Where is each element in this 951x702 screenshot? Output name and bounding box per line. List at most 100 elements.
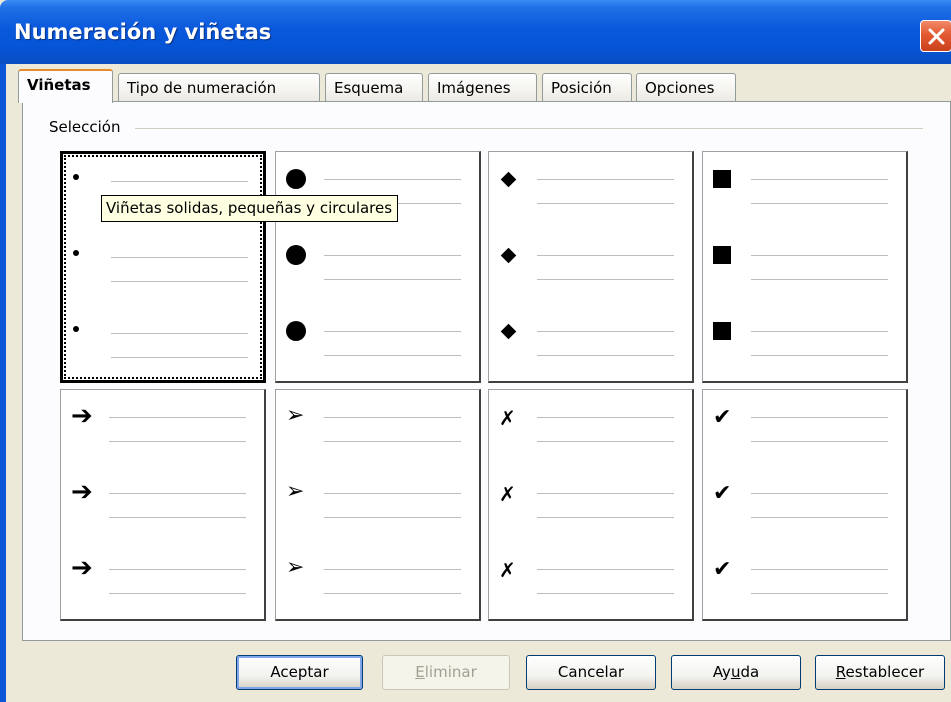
cancel-button[interactable]: Cancelar xyxy=(526,655,656,690)
diamond-bullet-icon xyxy=(500,323,517,340)
small-circle-bullet-icon xyxy=(73,174,79,180)
large-circle-bullet-icon xyxy=(286,245,306,265)
bullet-option-square[interactable] xyxy=(702,151,908,383)
bullet-option-checkmark[interactable]: ✔ ✔ ✔ xyxy=(702,389,908,621)
diamond-bullet-icon xyxy=(500,171,517,188)
line-placeholder xyxy=(537,355,674,356)
line-placeholder xyxy=(537,203,674,204)
line-placeholder xyxy=(537,569,674,570)
help-button-label: Ayuda xyxy=(712,663,760,681)
window-title: Numeración y viñetas xyxy=(14,20,272,44)
bullet-option-large-circle[interactable] xyxy=(275,151,481,383)
bullet-option-small-circle[interactable] xyxy=(60,151,266,383)
checkmark-bullet-icon: ✔ xyxy=(713,481,732,506)
bullet-option-arrow[interactable]: ➔ ➔ ➔ xyxy=(60,389,266,621)
delete-button-label: Eliminar xyxy=(415,663,477,681)
line-placeholder xyxy=(324,331,461,332)
line-placeholder xyxy=(751,279,888,280)
line-placeholder xyxy=(324,517,461,518)
tab-label: Opciones xyxy=(645,79,715,97)
line-placeholder xyxy=(537,493,674,494)
line-placeholder xyxy=(751,255,888,256)
line-placeholder xyxy=(111,257,248,258)
line-placeholder xyxy=(751,441,888,442)
line-placeholder xyxy=(537,417,674,418)
line-placeholder xyxy=(751,493,888,494)
line-placeholder xyxy=(109,493,246,494)
help-button[interactable]: Ayuda xyxy=(671,655,801,690)
bullet-option-arrowhead[interactable]: ➢ ➢ ➢ xyxy=(275,389,481,621)
line-placeholder xyxy=(751,593,888,594)
line-placeholder xyxy=(324,441,461,442)
reset-button[interactable]: Restablecer xyxy=(815,655,945,690)
line-placeholder xyxy=(537,331,674,332)
close-icon xyxy=(928,28,945,45)
square-bullet-icon xyxy=(713,246,731,264)
tab-posicion[interactable]: Posición xyxy=(542,73,632,102)
arrow-bullet-icon: ➔ xyxy=(71,401,93,431)
line-placeholder xyxy=(751,179,888,180)
line-placeholder xyxy=(537,593,674,594)
line-placeholder xyxy=(324,493,461,494)
line-placeholder xyxy=(751,355,888,356)
large-circle-bullet-icon xyxy=(286,169,306,189)
delete-button[interactable]: Eliminar xyxy=(382,655,510,690)
tab-esquema[interactable]: Esquema xyxy=(325,73,423,102)
line-placeholder xyxy=(324,593,461,594)
tab-tipo-de-numeracion[interactable]: Tipo de numeración xyxy=(118,73,320,102)
tab-label: Viñetas xyxy=(27,76,91,94)
checkmark-bullet-icon: ✔ xyxy=(713,557,732,582)
line-placeholder xyxy=(111,333,248,334)
line-placeholder xyxy=(324,255,461,256)
line-placeholder xyxy=(109,593,246,594)
bullet-option-cross[interactable]: ✗ ✗ ✗ xyxy=(488,389,694,621)
line-placeholder xyxy=(537,279,674,280)
tab-opciones[interactable]: Opciones xyxy=(636,73,736,102)
line-placeholder xyxy=(324,179,461,180)
selection-group-label: Selección xyxy=(46,118,124,136)
group-divider xyxy=(135,128,923,129)
cancel-button-label: Cancelar xyxy=(557,663,625,681)
bullet-option-diamond[interactable] xyxy=(488,151,694,383)
tab-vinetas[interactable]: Viñetas xyxy=(18,69,113,103)
line-placeholder xyxy=(751,331,888,332)
line-placeholder xyxy=(111,357,248,358)
line-placeholder xyxy=(751,569,888,570)
title-bar: Numeración y viñetas xyxy=(0,0,951,64)
line-placeholder xyxy=(109,569,246,570)
line-placeholder xyxy=(109,517,246,518)
line-placeholder xyxy=(537,441,674,442)
tab-label: Imágenes xyxy=(437,79,511,97)
arrow-bullet-icon: ➔ xyxy=(71,477,93,507)
line-placeholder xyxy=(751,203,888,204)
line-placeholder xyxy=(109,441,246,442)
cross-bullet-icon: ✗ xyxy=(499,558,516,582)
line-placeholder xyxy=(111,281,248,282)
line-placeholder xyxy=(111,181,248,182)
cross-bullet-icon: ✗ xyxy=(499,482,516,506)
line-placeholder xyxy=(324,355,461,356)
cross-bullet-icon: ✗ xyxy=(499,406,516,430)
tab-label: Esquema xyxy=(334,79,404,97)
line-placeholder xyxy=(537,179,674,180)
square-bullet-icon xyxy=(713,170,731,188)
bullet-tooltip: Viñetas solidas, pequeñas y circulares xyxy=(101,195,399,222)
line-placeholder xyxy=(537,255,674,256)
line-placeholder xyxy=(324,569,461,570)
accept-button[interactable]: Aceptar xyxy=(236,655,363,690)
line-placeholder xyxy=(109,417,246,418)
accept-button-label: Aceptar xyxy=(270,663,329,681)
reset-button-label: Restablecer xyxy=(835,663,925,681)
arrowhead-bullet-icon: ➢ xyxy=(286,403,305,428)
line-placeholder xyxy=(324,417,461,418)
large-circle-bullet-icon xyxy=(286,321,306,341)
diamond-bullet-icon xyxy=(500,247,517,264)
tab-label: Tipo de numeración xyxy=(127,79,277,97)
square-bullet-icon xyxy=(713,322,731,340)
close-button[interactable] xyxy=(920,20,951,52)
small-circle-bullet-icon xyxy=(73,326,79,332)
line-placeholder xyxy=(537,517,674,518)
tab-label: Posición xyxy=(551,79,612,97)
arrowhead-bullet-icon: ➢ xyxy=(286,479,305,504)
tab-imagenes[interactable]: Imágenes xyxy=(428,73,537,102)
